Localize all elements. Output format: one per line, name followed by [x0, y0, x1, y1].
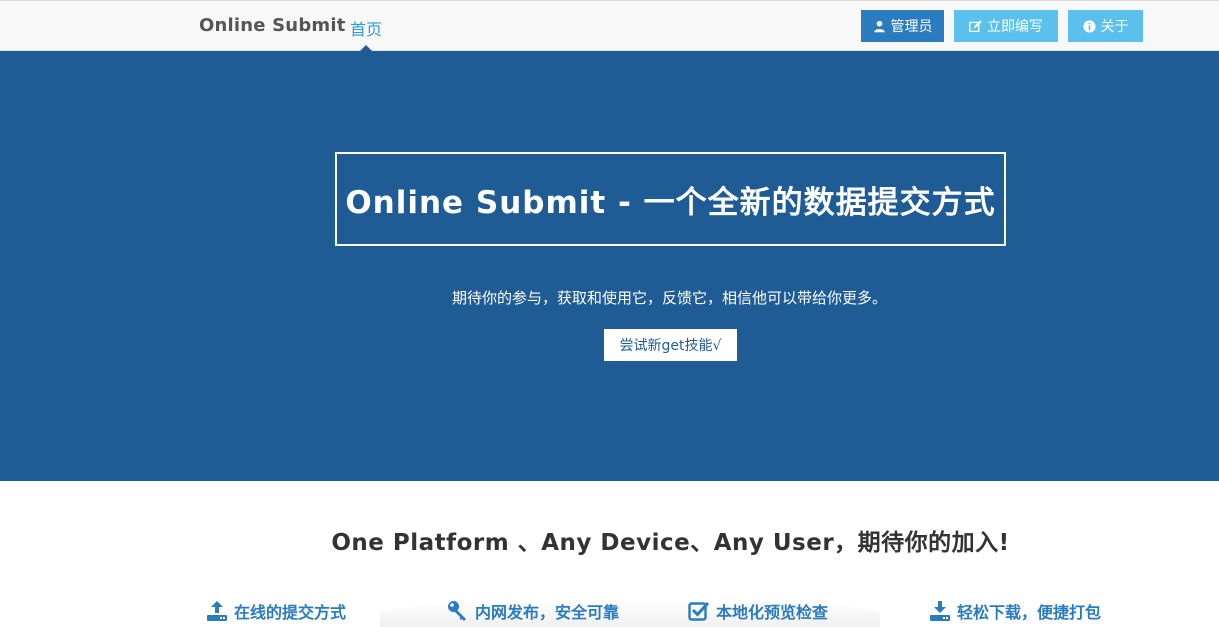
user-icon	[873, 20, 885, 32]
feature-intranet-secure: 内网发布，安全可靠	[447, 598, 619, 624]
check-square-icon	[688, 601, 710, 621]
hero-banner: Online Submit - 一个全新的数据提交方式 期待你的参与，获取和使用…	[0, 51, 1219, 481]
key-icon	[448, 601, 466, 621]
admin-button[interactable]: 管理员	[861, 10, 944, 42]
tagline-heading: One Platform 、Any Device、Any User，期待你的加入…	[331, 530, 1010, 556]
hero-title-box: Online Submit - 一个全新的数据提交方式	[335, 152, 1006, 246]
info-icon	[1082, 19, 1096, 33]
try-button[interactable]: 尝试新get技能√	[604, 329, 737, 361]
feature-label: 本地化预览检查	[716, 603, 829, 622]
edit-icon	[969, 19, 982, 32]
nav-home-link[interactable]: 首页	[350, 16, 382, 40]
feature-label: 内网发布，安全可靠	[475, 603, 620, 622]
about-button[interactable]: 关于	[1068, 10, 1143, 42]
feature-online-submit: 在线的提交方式	[206, 598, 346, 624]
upload-icon	[207, 601, 227, 621]
hero-title: Online Submit - 一个全新的数据提交方式	[345, 184, 996, 221]
feature-label: 轻松下载，便捷打包	[957, 603, 1102, 622]
feature-easy-download: 轻松下载，便捷打包	[929, 598, 1101, 624]
hero-subtitle: 期待你的参与，获取和使用它，反馈它，相信他可以带给你更多。	[451, 289, 887, 307]
download-icon	[930, 601, 950, 621]
admin-button-label: 管理员	[890, 19, 933, 35]
write-now-button[interactable]: 立即编写	[954, 10, 1058, 42]
write-now-button-label: 立即编写	[987, 19, 1043, 35]
brand-logo[interactable]: Online Submit	[199, 15, 346, 36]
feature-local-preview: 本地化预览检查	[688, 598, 828, 624]
about-button-label: 关于	[1100, 19, 1129, 35]
top-navbar: Online Submit 首页 管理员 立即编写 关于	[0, 0, 1219, 52]
feature-label: 在线的提交方式	[234, 603, 347, 622]
